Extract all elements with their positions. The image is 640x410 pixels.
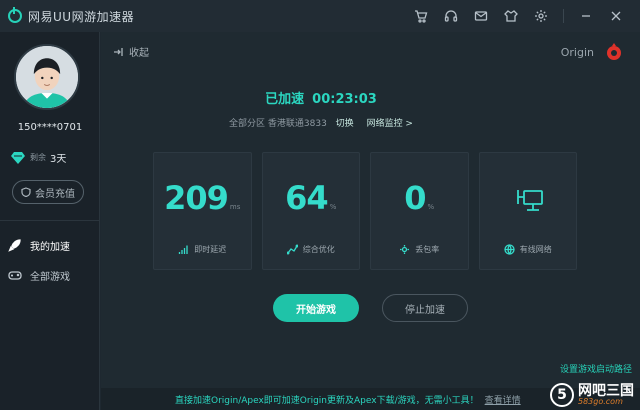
status-label: 已加速 [265, 92, 305, 107]
set-game-path-link[interactable]: 设置游戏启动路径 [560, 362, 632, 375]
optimization-metric: 64% [263, 179, 360, 217]
switch-link[interactable]: 切换 [336, 119, 354, 129]
skin-icon[interactable] [499, 4, 523, 28]
app-title: 网易UU网游加速器 [28, 9, 135, 24]
route-info: 全部分区 香港联通3833 切换 网络监控 > [101, 116, 541, 129]
latency-card: 209 ms 即时延迟 [153, 152, 252, 270]
metric-cards: 209 ms 即时延迟 64% 综合优化 0% 丢包率 有线网络 [153, 152, 577, 270]
main-panel: 收起 Origin 已加速 00:23:03 全部分区 香港联通3833 切换 网… [101, 32, 640, 388]
game-name: Origin [560, 46, 594, 59]
bars-icon [179, 245, 188, 254]
collapse-button[interactable]: 收起 [113, 44, 149, 59]
uu-logo-icon [8, 7, 22, 23]
gear-icon [400, 245, 410, 254]
packet-loss-unit: % [427, 203, 435, 211]
sidebar: 150****0701 剩余 3天 会员充值 我的加速 全部游戏 [0, 32, 100, 410]
start-game-button[interactable]: 开始游戏 [273, 294, 359, 322]
acceleration-status: 已加速 00:23:03 [101, 88, 541, 107]
sidebar-divider [0, 220, 100, 221]
latency-value: 209 [164, 179, 229, 217]
gamepad-icon [8, 271, 22, 280]
optimization-label-text: 综合优化 [302, 245, 335, 254]
trend-icon [286, 244, 298, 255]
optimization-unit: % [329, 203, 337, 211]
nav-label: 我的加速 [30, 241, 70, 253]
close-icon[interactable] [604, 4, 628, 28]
rocket-icon [8, 239, 21, 252]
network-monitor-link[interactable]: 网络监控 > [367, 119, 413, 129]
nav-my-acceleration[interactable]: 我的加速 [0, 230, 100, 260]
optimization-value: 64 [285, 179, 329, 217]
watermark-url: 583go.com [578, 397, 623, 406]
elapsed-time: 00:23:03 [312, 92, 377, 107]
packet-loss-value: 0 [404, 179, 426, 217]
banner-text: 直接加速Origin/Apex即可加速Origin更新及Apex下载/游戏，无需… [175, 395, 479, 406]
user-phone: 150****0701 [17, 122, 83, 133]
mail-icon[interactable] [469, 4, 493, 28]
packet-loss-card: 0% 丢包率 [370, 152, 469, 270]
avatar[interactable] [14, 44, 80, 110]
title-bar: 网易UU网游加速器 [0, 0, 640, 32]
recharge-label: 会员充值 [35, 188, 75, 200]
route-text: 全部分区 香港联通3833 [229, 119, 327, 129]
recharge-button[interactable]: 会员充值 [12, 180, 84, 204]
cart-icon[interactable] [409, 4, 433, 28]
network-type-label: 有线网络 [480, 244, 577, 255]
network-type-label-text: 有线网络 [519, 245, 552, 254]
optimization-label: 综合优化 [263, 244, 360, 255]
titlebar-divider [563, 9, 564, 23]
vip-status: 剩余 3天 [10, 150, 66, 165]
network-type-card: 有线网络 [478, 152, 577, 270]
watermark-name: 网吧三国 [578, 383, 634, 399]
latency-unit: ms [229, 203, 241, 211]
origin-logo-icon [607, 43, 621, 60]
shield-icon [21, 187, 31, 197]
packet-loss-metric: 0% [371, 179, 468, 217]
view-details-link[interactable]: 查看详情 [485, 393, 521, 406]
latency-label-text: 即时延迟 [194, 245, 227, 254]
vip-remain-label: 剩余 [30, 153, 46, 162]
watermark: 5 网吧三国 583go.com [550, 383, 634, 407]
globe-icon [504, 244, 515, 255]
vip-gem-icon [11, 151, 25, 164]
collapse-label: 收起 [129, 48, 149, 59]
minimize-icon[interactable] [574, 4, 598, 28]
nav-all-games[interactable]: 全部游戏 [0, 260, 100, 290]
latency-metric: 209 ms [154, 179, 251, 217]
stop-acceleration-button[interactable]: 停止加速 [382, 294, 468, 322]
wired-network-icon [516, 187, 546, 215]
nav-label: 全部游戏 [30, 271, 70, 283]
watermark-text: 网吧三国 583go.com [578, 384, 634, 406]
titlebar-actions [409, 0, 628, 32]
headset-icon[interactable] [439, 4, 463, 28]
collapse-arrow-icon [114, 47, 123, 56]
gear-icon[interactable] [529, 4, 553, 28]
watermark-badge: 5 [550, 383, 574, 407]
vip-days: 3天 [50, 154, 67, 165]
packet-loss-label-text: 丢包率 [415, 245, 440, 254]
latency-label: 即时延迟 [154, 244, 251, 255]
optimization-card: 64% 综合优化 [261, 152, 360, 270]
packet-loss-label: 丢包率 [371, 244, 468, 255]
